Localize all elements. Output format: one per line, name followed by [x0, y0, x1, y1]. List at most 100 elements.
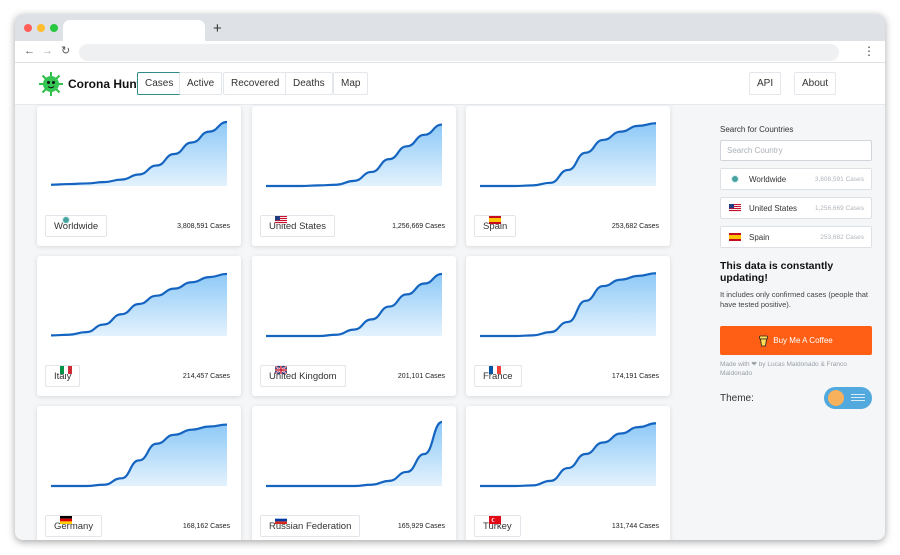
flag-es-icon [729, 233, 741, 241]
country-chip[interactable]: Spain [474, 215, 517, 237]
case-count: 168,162 Cases [182, 523, 230, 530]
flag-world-icon [731, 175, 739, 183]
country-chip[interactable]: Germany [45, 515, 103, 537]
browser-menu-icon[interactable]: ⋮ [863, 44, 875, 58]
tab-deaths[interactable]: Deaths [285, 72, 333, 95]
case-trend-chart [480, 122, 656, 188]
country-card[interactable]: Russian Federation 165,929 Cases [252, 406, 456, 540]
back-arrow-icon[interactable]: ← [24, 44, 35, 58]
browser-tab[interactable] [63, 20, 205, 41]
sidebar-country-item[interactable]: United States 1,256,669 Cases [720, 197, 872, 219]
country-chip[interactable]: Worldwide [45, 215, 108, 237]
forward-arrow-icon[interactable]: → [42, 44, 53, 58]
case-count: 1,256,669 Cases [392, 223, 445, 230]
case-count: 214,457 Cases [182, 373, 230, 380]
flag-it-icon [60, 366, 72, 374]
case-count: 165,929 Cases [397, 523, 445, 530]
case-trend-chart [51, 120, 227, 186]
address-bar: ← → ↻ ⋮ [15, 41, 885, 63]
buy-coffee-label: Buy Me A Coffee [773, 336, 833, 345]
sidebar-country-list: Worldwide 3,808,591 Cases United States 1,2… [720, 168, 872, 248]
flag-ru-icon [275, 516, 287, 524]
flag-tr-icon [489, 516, 501, 524]
tab-recovered[interactable]: Recovered [223, 72, 288, 95]
sidebar-country-name: United States [749, 203, 798, 213]
new-tab-button[interactable]: + [213, 20, 222, 38]
search-input[interactable]: Search Country [720, 140, 872, 161]
case-trend-chart [266, 272, 442, 338]
case-count: 201,101 Cases [397, 373, 445, 380]
virus-logo-icon [39, 72, 63, 96]
trend-area [480, 273, 656, 336]
country-chip[interactable]: Italy [45, 365, 81, 387]
country-card[interactable]: Worldwide 3,808,591 Cases [37, 106, 241, 246]
trend-area [266, 124, 442, 186]
minimize-window-dot[interactable] [37, 24, 45, 32]
flag-fr-icon [489, 366, 501, 374]
case-count: 174,191 Cases [611, 373, 659, 380]
case-trend-chart [51, 423, 227, 488]
sidebar-case-count: 3,808,591 Cases [814, 175, 864, 183]
sidebar: Search for Countries Search Country Worl… [720, 114, 872, 409]
trend-area [51, 122, 227, 186]
main-content: Worldwide 3,808,591 Cases United States 1,2… [15, 106, 885, 540]
theme-label: Theme: [720, 392, 754, 404]
country-chip[interactable]: Russian Federation [260, 515, 361, 537]
tab-map[interactable]: Map [333, 72, 369, 95]
tab-bar: + [15, 14, 885, 41]
brand[interactable]: Corona Hunt [38, 71, 141, 97]
search-label: Search for Countries [720, 125, 794, 134]
case-trend-chart [480, 272, 656, 338]
case-trend-chart [266, 123, 442, 188]
case-trend-chart [51, 272, 227, 337]
theme-toggle[interactable] [824, 387, 872, 409]
sidebar-country-item[interactable]: Worldwide 3,808,591 Cases [720, 168, 872, 190]
country-chip[interactable]: United Kingdom [260, 365, 346, 387]
country-card[interactable]: Germany 168,162 Cases [37, 406, 241, 540]
country-card[interactable]: Spain 253,682 Cases [466, 106, 670, 246]
sidebar-country-item[interactable]: Spain 253,682 Cases [720, 226, 872, 248]
sidebar-case-count: 253,682 Cases [820, 233, 864, 241]
maximize-window-dot[interactable] [50, 24, 58, 32]
flag-de-icon [60, 516, 72, 524]
sun-icon [828, 390, 844, 406]
country-chip[interactable]: Turkey [474, 515, 521, 537]
tab-active[interactable]: Active [179, 72, 223, 95]
sidebar-country-name: Spain [749, 232, 770, 242]
case-trend-chart [266, 420, 442, 488]
url-input[interactable] [79, 44, 839, 61]
toggle-lines [851, 394, 865, 403]
trend-area [480, 423, 656, 486]
country-chip[interactable]: France [474, 365, 522, 387]
update-heading: This data is constantly updating! [720, 260, 834, 284]
brand-name: Corona Hunt [68, 77, 141, 91]
country-card[interactable]: United States 1,256,669 Cases [252, 106, 456, 246]
trend-area [480, 123, 656, 186]
country-card[interactable]: United Kingdom 201,101 Cases [252, 256, 456, 396]
sidebar-case-count: 1,256,669 Cases [814, 204, 864, 212]
case-count: 253,682 Cases [611, 223, 659, 230]
flag-es-icon [489, 216, 501, 224]
case-count: 131,744 Cases [611, 523, 659, 530]
country-card[interactable]: Italy 214,457 Cases [37, 256, 241, 396]
case-trend-chart [480, 422, 656, 488]
theme-row: Theme: [720, 387, 872, 409]
trend-area [51, 424, 227, 486]
case-count: 3,808,591 Cases [177, 223, 230, 230]
trend-area [266, 422, 442, 486]
tab-cases[interactable]: Cases [137, 72, 182, 95]
country-chip[interactable]: United States [260, 215, 336, 237]
credits-text: Made with ❤ by Lucas Maldonado & Franco … [720, 361, 847, 377]
flag-us-icon [729, 204, 741, 212]
reload-icon[interactable]: ↻ [61, 44, 70, 58]
close-window-dot[interactable] [24, 24, 32, 32]
app-header: Corona Hunt Cases Active Recovered Death… [15, 63, 885, 105]
api-button[interactable]: API [749, 72, 782, 95]
sidebar-country-name: Worldwide [749, 174, 787, 184]
country-card[interactable]: France 174,191 Cases [466, 256, 670, 396]
buy-coffee-button[interactable]: Buy Me A Coffee [720, 326, 872, 355]
update-text: It includes only confirmed cases (people… [720, 290, 868, 309]
about-button[interactable]: About [794, 72, 837, 95]
country-card[interactable]: Turkey 131,744 Cases [466, 406, 670, 540]
flag-world-icon [62, 216, 70, 224]
